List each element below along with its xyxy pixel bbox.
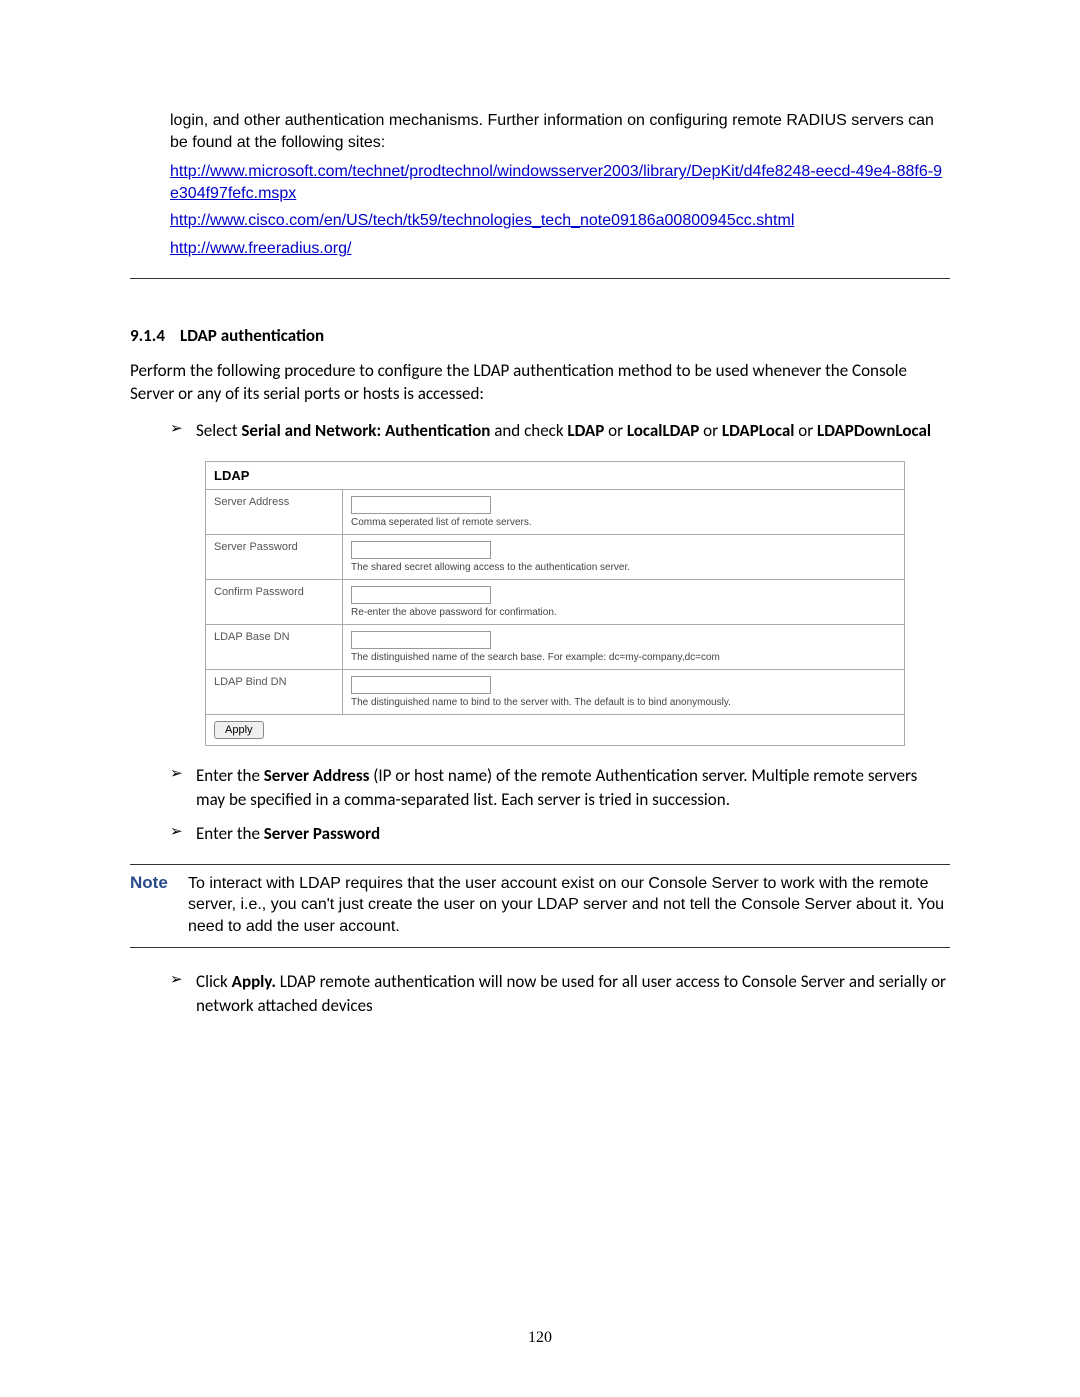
label-server-password: Server Password bbox=[206, 535, 343, 580]
table-row: LDAP Base DN The distinguished name of t… bbox=[206, 625, 905, 670]
bullet-server-address: Enter the Server Address (IP or host nam… bbox=[170, 764, 950, 812]
desc: The distinguished name to bind to the se… bbox=[351, 697, 896, 708]
label-server-address: Server Address bbox=[206, 490, 343, 535]
section-number: 9.1.4 bbox=[130, 325, 180, 346]
bullet-list-1: Select Serial and Network: Authenticatio… bbox=[170, 419, 950, 443]
label-ldap-base-dn: LDAP Base DN bbox=[206, 625, 343, 670]
bold-text: LDAP bbox=[567, 420, 604, 441]
document-page: login, and other authentication mechanis… bbox=[0, 0, 1080, 1397]
apply-row: Apply bbox=[206, 715, 905, 746]
link-microsoft[interactable]: http://www.microsoft.com/technet/prodtec… bbox=[170, 163, 942, 202]
text: Enter the bbox=[196, 765, 264, 786]
link-freeradius[interactable]: http://www.freeradius.org/ bbox=[170, 240, 351, 257]
table-row: Server Address Comma seperated list of r… bbox=[206, 490, 905, 535]
ldap-base-dn-input[interactable] bbox=[351, 631, 491, 649]
link-line: http://www.freeradius.org/ bbox=[170, 238, 950, 260]
ldap-form-screenshot: LDAP Server Address Comma seperated list… bbox=[205, 461, 950, 746]
divider bbox=[130, 278, 950, 279]
ldap-bind-dn-input[interactable] bbox=[351, 676, 491, 694]
text: and check bbox=[490, 420, 567, 441]
text: Select bbox=[196, 420, 241, 441]
confirm-password-input[interactable] bbox=[351, 586, 491, 604]
bullet-list-3: Click Apply. LDAP remote authentication … bbox=[170, 970, 950, 1018]
cell: The distinguished name of the search bas… bbox=[343, 625, 905, 670]
link-line: http://www.microsoft.com/technet/prodtec… bbox=[170, 161, 950, 204]
intro-block: login, and other authentication mechanis… bbox=[170, 110, 950, 260]
text: Click bbox=[196, 971, 232, 992]
server-address-input[interactable] bbox=[351, 496, 491, 514]
table-row: Confirm Password Re-enter the above pass… bbox=[206, 580, 905, 625]
ldap-form-table: LDAP Server Address Comma seperated list… bbox=[205, 461, 905, 746]
bold-text: Apply. bbox=[232, 971, 276, 992]
bold-text: LDAPLocal bbox=[722, 420, 795, 441]
text: Enter the bbox=[196, 823, 264, 844]
table-row: Server Password The shared secret allowi… bbox=[206, 535, 905, 580]
desc: The distinguished name of the search bas… bbox=[351, 652, 896, 663]
text: or bbox=[794, 420, 817, 441]
apply-cell: Apply bbox=[206, 715, 905, 746]
bullet-select-auth: Select Serial and Network: Authenticatio… bbox=[170, 419, 950, 443]
link-line: http://www.cisco.com/en/US/tech/tk59/tec… bbox=[170, 210, 950, 232]
intro-paragraph: login, and other authentication mechanis… bbox=[170, 110, 950, 153]
link-cisco[interactable]: http://www.cisco.com/en/US/tech/tk59/tec… bbox=[170, 212, 794, 229]
desc: The shared secret allowing access to the… bbox=[351, 562, 896, 573]
desc: Comma seperated list of remote servers. bbox=[351, 517, 896, 528]
label-ldap-bind-dn: LDAP Bind DN bbox=[206, 670, 343, 715]
label-confirm-password: Confirm Password bbox=[206, 580, 343, 625]
note-text: To interact with LDAP requires that the … bbox=[188, 873, 950, 938]
bold-text: LocalLDAP bbox=[627, 420, 700, 441]
text: or bbox=[699, 420, 722, 441]
ldap-title-cell: LDAP bbox=[206, 462, 905, 490]
text: or bbox=[604, 420, 627, 441]
cell: Re-enter the above password for confirma… bbox=[343, 580, 905, 625]
perform-paragraph: Perform the following procedure to confi… bbox=[130, 360, 950, 406]
cell: Comma seperated list of remote servers. bbox=[343, 490, 905, 535]
bold-text: LDAPDownLocal bbox=[817, 420, 931, 441]
page-number: 120 bbox=[0, 1329, 1080, 1347]
note-section: Note To interact with LDAP requires that… bbox=[130, 864, 950, 949]
cell: The distinguished name to bind to the se… bbox=[343, 670, 905, 715]
apply-button[interactable]: Apply bbox=[214, 721, 264, 739]
section-title-text: LDAP authentication bbox=[180, 325, 324, 346]
server-password-input[interactable] bbox=[351, 541, 491, 559]
note-label: Note bbox=[130, 873, 188, 938]
table-row: LDAP Bind DN The distinguished name to b… bbox=[206, 670, 905, 715]
section-heading: 9.1.4 LDAP authentication bbox=[130, 325, 950, 346]
bold-text: Serial and Network: Authentication bbox=[241, 420, 490, 441]
text: LDAP remote authentication will now be u… bbox=[196, 971, 946, 1016]
ldap-title-row: LDAP bbox=[206, 462, 905, 490]
bullet-click-apply: Click Apply. LDAP remote authentication … bbox=[170, 970, 950, 1018]
bullet-server-password: Enter the Server Password bbox=[170, 822, 950, 846]
cell: The shared secret allowing access to the… bbox=[343, 535, 905, 580]
bold-text: Server Address bbox=[264, 765, 370, 786]
bold-text: Server Password bbox=[264, 823, 380, 844]
desc: Re-enter the above password for confirma… bbox=[351, 607, 896, 618]
bullet-list-2: Enter the Server Address (IP or host nam… bbox=[170, 764, 950, 845]
